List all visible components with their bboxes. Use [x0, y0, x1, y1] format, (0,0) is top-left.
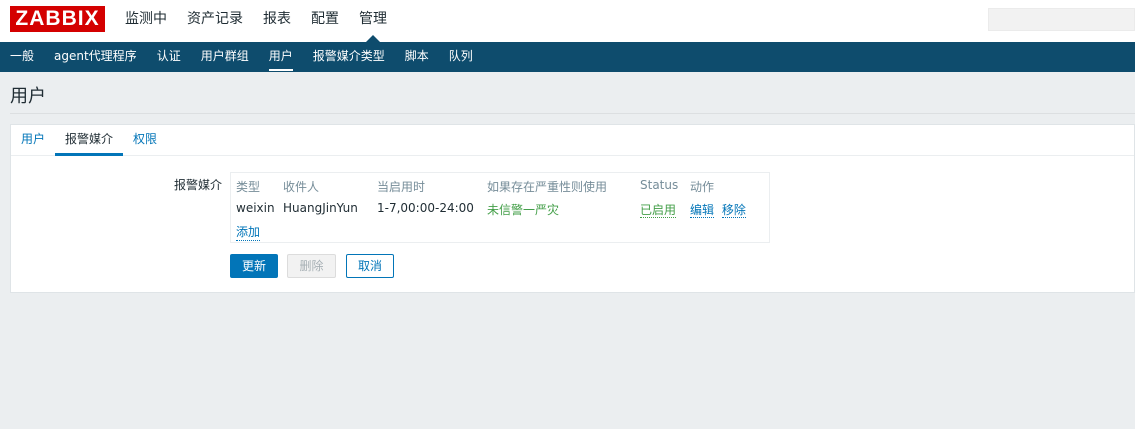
title-divider [10, 113, 1135, 114]
media-recipient-cell: HuangJinYun [283, 201, 358, 215]
menu-item-inventory[interactable]: 资产记录 [177, 0, 253, 42]
media-severity-cell: 未信警一严灾 [487, 203, 560, 217]
tab-user[interactable]: 用户 [21, 125, 45, 156]
submenu-item-proxies[interactable]: agent代理程序 [44, 42, 147, 72]
menu-item-configuration[interactable]: 配置 [301, 0, 349, 42]
media-when-active-cell: 1-7,00:00-24:00 [377, 201, 474, 215]
submenu-item-user-groups[interactable]: 用户群组 [191, 42, 259, 72]
menu-item-reports[interactable]: 报表 [253, 0, 301, 42]
menu-item-administration[interactable]: 管理 [349, 0, 397, 42]
column-header-recipient: 收件人 [283, 180, 320, 194]
media-type-cell: weixin [236, 201, 275, 215]
submenu-item-media-types[interactable]: 报警媒介类型 [303, 42, 395, 72]
menu-item-monitoring[interactable]: 监测中 [115, 0, 177, 42]
media-actions-cell: 编辑 移除 [690, 201, 746, 218]
update-button[interactable]: 更新 [230, 254, 278, 278]
submenu-item-authentication[interactable]: 认证 [147, 42, 191, 72]
media-table: 类型 收件人 当启用时 如果存在严重性则使用 Status 动作 weixin … [230, 172, 770, 243]
tab-permissions[interactable]: 权限 [133, 125, 157, 156]
submenu-item-scripts[interactable]: 脚本 [395, 42, 439, 72]
remove-media-link[interactable]: 移除 [721, 203, 746, 218]
main-menu: 监测中 资产记录 报表 配置 管理 [115, 0, 397, 42]
user-form-panel: 用户 报警媒介 权限 报警媒介 类型 收件人 当启用时 如果存在严重性则使用 S… [10, 124, 1135, 293]
top-bar: ZABBIX 监测中 资产记录 报表 配置 管理 [0, 0, 1135, 42]
cancel-button[interactable]: 取消 [346, 254, 394, 278]
menu-item-administration-label: 管理 [359, 11, 387, 27]
column-header-status: Status [640, 178, 679, 192]
column-header-when-active: 当启用时 [377, 180, 426, 194]
sub-menu: 一般 agent代理程序 认证 用户群组 用户 报警媒介类型 脚本 队列 [0, 42, 1135, 72]
edit-media-link[interactable]: 编辑 [690, 203, 715, 218]
column-header-action: 动作 [690, 180, 715, 194]
media-status-cell: 已启用 [640, 201, 677, 218]
active-menu-caret-icon [366, 35, 380, 42]
page-title: 用户 [10, 86, 46, 107]
submenu-item-queue[interactable]: 队列 [439, 42, 483, 72]
delete-button[interactable]: 删除 [287, 254, 336, 278]
media-field-label: 报警媒介 [173, 178, 222, 192]
column-header-type: 类型 [236, 180, 261, 194]
add-media-link[interactable]: 添加 [236, 223, 261, 241]
status-enabled-link[interactable]: 已启用 [640, 203, 677, 218]
submenu-item-general[interactable]: 一般 [0, 42, 44, 72]
tab-media[interactable]: 报警媒介 [55, 125, 123, 156]
column-header-severity: 如果存在严重性则使用 [487, 180, 608, 194]
zabbix-logo[interactable]: ZABBIX [10, 6, 105, 32]
form-tabs: 用户 报警媒介 权限 [11, 125, 1134, 156]
submenu-item-users[interactable]: 用户 [259, 42, 303, 72]
search-input[interactable] [988, 8, 1135, 31]
